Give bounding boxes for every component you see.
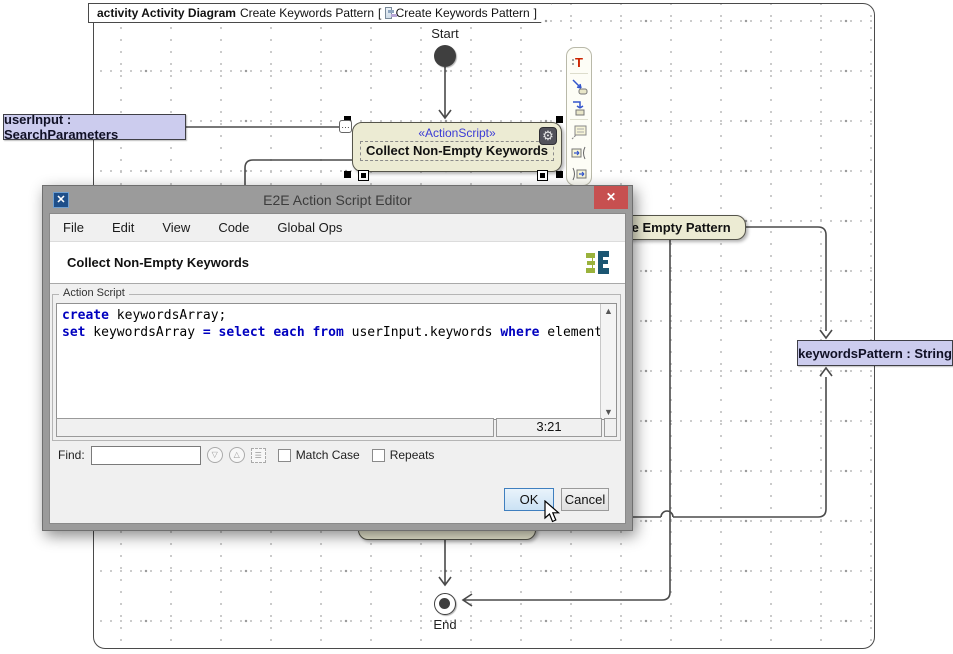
selection-handle[interactable] xyxy=(344,171,351,178)
menu-bar: File Edit View Code Global Ops xyxy=(50,214,625,241)
frame-bracket-close: ] xyxy=(534,6,537,20)
e2e-logo-icon xyxy=(581,249,613,277)
create-empty-pattern-label: te Empty Pattern xyxy=(627,220,730,235)
menu-file[interactable]: File xyxy=(60,218,87,237)
code-line[interactable]: set keywordsArray = select each from use… xyxy=(62,324,600,341)
start-node-label: Start xyxy=(420,26,470,41)
scrollbar-corner xyxy=(604,418,617,437)
pin-handle[interactable] xyxy=(537,170,548,181)
dialog-content: File Edit View Code Global Ops Collect N… xyxy=(49,213,626,524)
menu-global-ops[interactable]: Global Ops xyxy=(274,218,345,237)
find-label: Find: xyxy=(58,448,85,462)
dialog-titlebar[interactable]: ✕ E2E Action Script Editor ✕ xyxy=(44,186,631,213)
frame-diagram-name: Create Keywords Pattern xyxy=(240,6,374,20)
svg-text:T: T xyxy=(575,55,583,70)
find-next-icon[interactable]: ▽ xyxy=(207,447,223,463)
menu-view[interactable]: View xyxy=(159,218,193,237)
action-script-groupbox: Action Script create keywordsArray;set k… xyxy=(52,294,621,441)
script-name-heading: Collect Non-Empty Keywords xyxy=(67,255,249,270)
find-bar: Find: ▽ △ ☰ Match Case Repeats xyxy=(54,443,621,467)
selection-handle[interactable] xyxy=(556,171,563,178)
horizontal-scrollbar[interactable] xyxy=(56,418,494,437)
scroll-up-icon[interactable]: ▲ xyxy=(604,306,613,316)
vertical-scrollbar[interactable]: ▲ ▼ xyxy=(600,304,616,419)
diagram-frame-tab[interactable]: activity Activity Diagram Create Keyword… xyxy=(88,3,552,23)
repeats-checkbox[interactable] xyxy=(372,449,385,462)
frame-kind-label: activity Activity Diagram xyxy=(97,6,236,20)
repeats-label[interactable]: Repeats xyxy=(390,448,435,462)
pin-handle[interactable] xyxy=(358,170,369,181)
code-line[interactable]: create keywordsArray; xyxy=(62,307,600,324)
caret-position-status: 3:21 xyxy=(496,418,602,437)
groupbox-label: Action Script xyxy=(59,287,129,299)
collect-action-node[interactable]: «ActionScript» Collect Non-Empty Keyword… xyxy=(352,122,562,172)
e2e-action-script-editor-dialog: ✕ E2E Action Script Editor ✕ File Edit V… xyxy=(42,185,633,531)
keywordspattern-parameter-node[interactable]: keywordsPattern : String xyxy=(797,340,953,366)
match-case-checkbox[interactable] xyxy=(278,449,291,462)
dialog-header: Collect Non-Empty Keywords xyxy=(50,241,625,284)
input-pin-tool-icon[interactable] xyxy=(568,164,590,185)
note-anchor-tool-icon[interactable] xyxy=(568,121,590,142)
initial-node[interactable] xyxy=(434,45,456,67)
menu-code[interactable]: Code xyxy=(215,218,252,237)
action-name: Collect Non-Empty Keywords xyxy=(360,141,554,161)
scroll-down-icon[interactable]: ▼ xyxy=(604,407,613,417)
dialog-title: E2E Action Script Editor xyxy=(44,192,631,208)
selection-handle[interactable] xyxy=(556,116,563,123)
frame-bracket-open: [ xyxy=(378,6,381,20)
activity-final-inner xyxy=(439,598,450,609)
script-editor: create keywordsArray;set keywordsArray =… xyxy=(56,303,617,420)
userinput-parameter-node[interactable]: userInput : SearchParameters xyxy=(3,114,186,140)
action-stereotype: «ActionScript» xyxy=(353,126,561,140)
editor-status-row: 3:21 xyxy=(56,418,617,437)
ok-button[interactable]: OK xyxy=(504,488,554,511)
frame-content-name: Create Keywords Pattern xyxy=(396,6,530,20)
find-previous-icon[interactable]: △ xyxy=(229,447,245,463)
userinput-parameter-label: userInput : SearchParameters xyxy=(4,112,185,142)
dialog-footer: OK Cancel xyxy=(504,488,609,511)
connector-pin[interactable]: … xyxy=(339,120,352,133)
close-button[interactable]: ✕ xyxy=(594,186,628,209)
end-node-label: End xyxy=(420,617,470,632)
keywordspattern-parameter-label: keywordsPattern : String xyxy=(798,346,952,361)
find-input[interactable] xyxy=(91,446,201,465)
match-case-label[interactable]: Match Case xyxy=(296,448,360,462)
activity-diagram-icon xyxy=(385,7,391,19)
highlight-all-icon[interactable]: ☰ xyxy=(251,448,266,463)
cancel-button[interactable]: Cancel xyxy=(561,488,609,511)
menu-edit[interactable]: Edit xyxy=(109,218,137,237)
gear-icon[interactable]: ⚙ xyxy=(539,127,557,145)
object-flow-tool-icon[interactable] xyxy=(568,75,590,96)
control-flow-tool-icon[interactable] xyxy=(568,97,590,118)
output-pin-tool-icon[interactable] xyxy=(568,142,590,163)
text-tool-icon[interactable]: T xyxy=(568,51,590,72)
smart-manipulator-toolbar: T xyxy=(566,47,592,186)
code-area[interactable]: create keywordsArray;set keywordsArray =… xyxy=(57,304,600,419)
activity-final-node[interactable] xyxy=(434,593,456,615)
